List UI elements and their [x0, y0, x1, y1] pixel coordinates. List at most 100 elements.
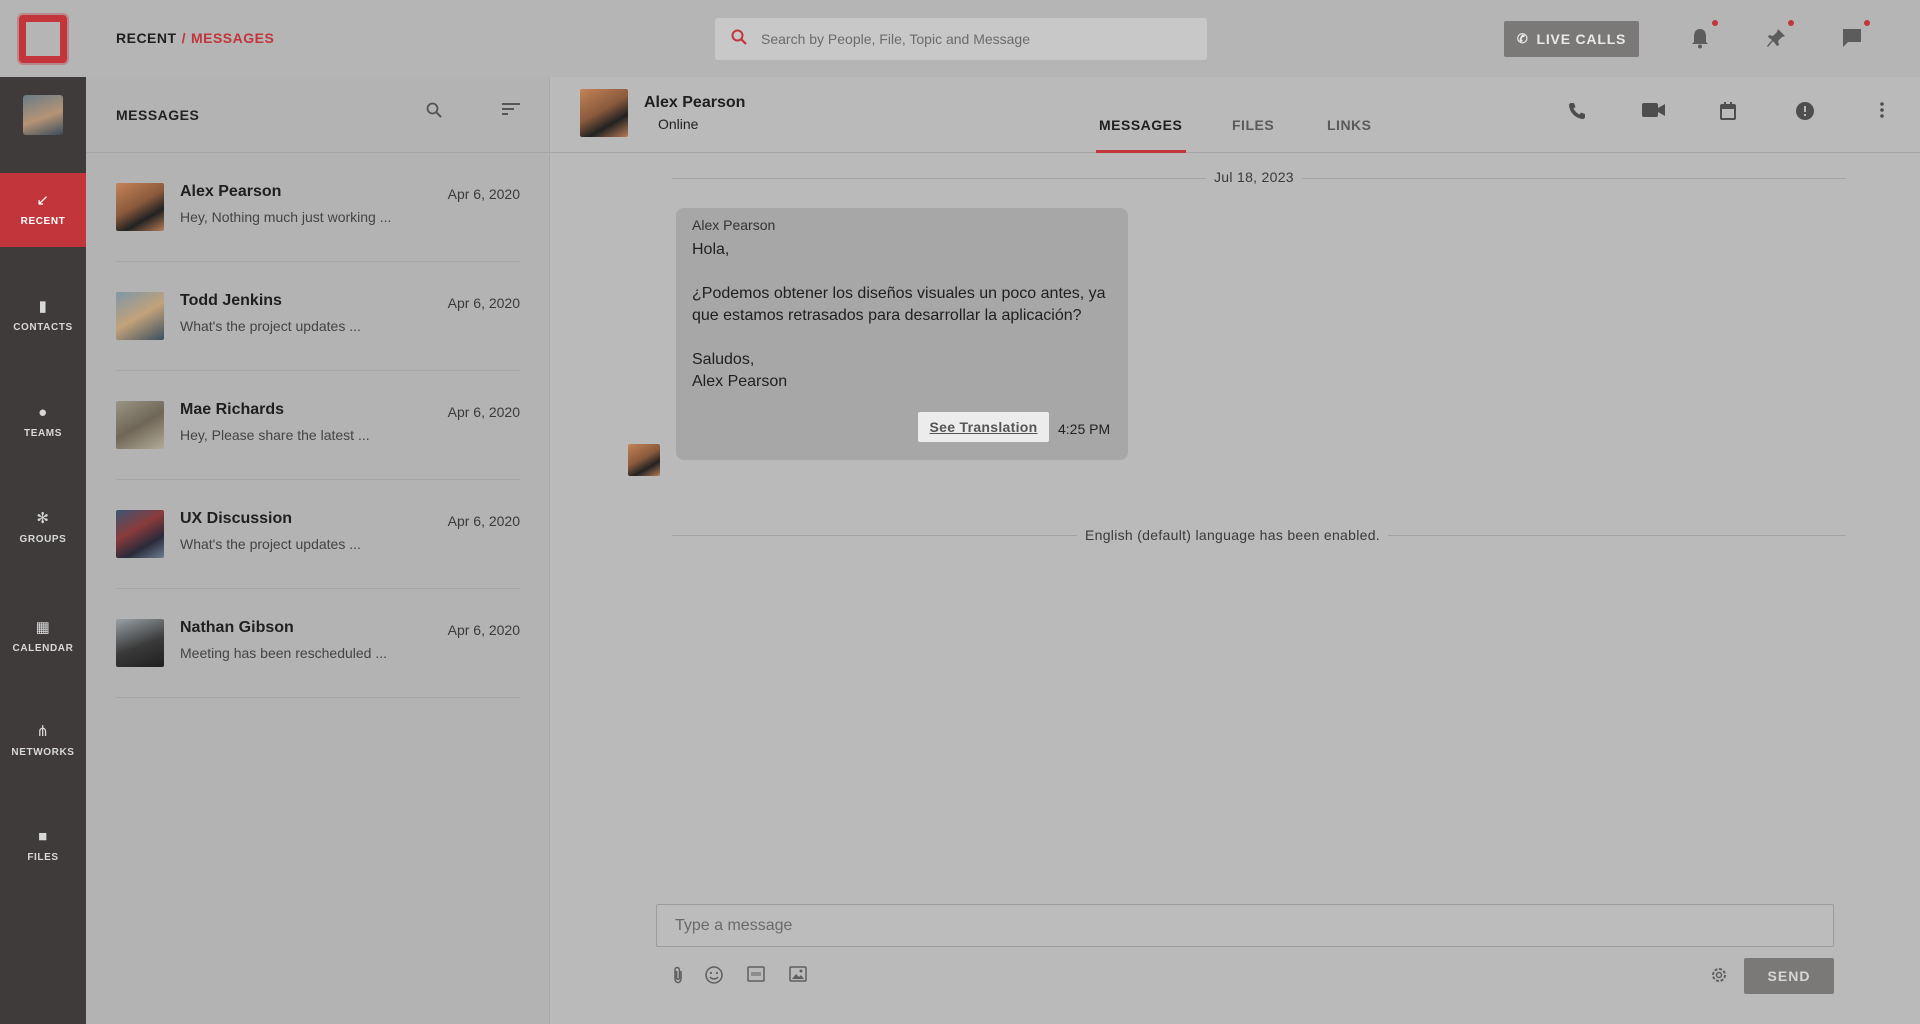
rail-item-label: CALENDAR	[12, 643, 74, 654]
tab-files[interactable]: FILES	[1232, 117, 1274, 133]
rail-item-contacts[interactable]: ▮ CONTACTS	[0, 279, 86, 353]
breadcrumb: RECENT / MESSAGES	[116, 30, 274, 46]
conversation-preview: What's the project updates ...	[180, 536, 361, 552]
rail-item-label: TEAMS	[24, 428, 62, 439]
conversation-date: Apr 6, 2020	[447, 404, 520, 420]
conversation-name: Mae Richards	[180, 401, 285, 418]
rail-item-label: FILES	[27, 852, 59, 863]
contact-avatar[interactable]	[580, 89, 628, 137]
avatar	[116, 510, 164, 558]
pin-icon[interactable]	[1762, 20, 1794, 52]
rail-item-recent[interactable]: ↙ RECENT	[0, 173, 86, 247]
conversation-item[interactable]: Alex Pearson Apr 6, 2020 Hey, Nothing mu…	[116, 153, 520, 262]
conversation-preview: Hey, Nothing much just working ...	[180, 209, 392, 225]
notification-dot	[1712, 20, 1718, 26]
logo-area	[0, 0, 86, 77]
conversation-date: Apr 6, 2020	[447, 622, 520, 638]
chat-bubble-icon[interactable]	[1838, 20, 1870, 52]
list-title: MESSAGES	[116, 107, 200, 123]
avatar	[116, 292, 164, 340]
notification-dot	[1864, 20, 1870, 26]
date-divider-label: Jul 18, 2023	[1206, 169, 1302, 185]
rail-item-files[interactable]: ■ FILES	[0, 809, 86, 883]
contact-status: Online	[658, 116, 699, 132]
conversation-preview: Hey, Please share the latest ...	[180, 427, 370, 443]
gif-icon[interactable]	[747, 966, 765, 987]
arrow-down-left-icon: ↙	[36, 192, 50, 209]
avatar	[116, 401, 164, 449]
notifications-bell-icon[interactable]	[1686, 20, 1718, 52]
message-time: 4:25 PM	[1058, 421, 1111, 437]
conversation-preview: What's the project updates ...	[180, 318, 361, 334]
breadcrumb-root[interactable]: RECENT	[116, 30, 177, 46]
conversation-name: Alex Pearson	[180, 183, 282, 200]
conversation-item[interactable]: UX Discussion Apr 6, 2020 What's the pro…	[116, 480, 520, 589]
active-tab-indicator	[1096, 150, 1186, 153]
conversation-name: Todd Jenkins	[180, 292, 282, 309]
rail-item-label: NETWORKS	[11, 747, 75, 758]
conversation-name: Nathan Gibson	[180, 619, 294, 636]
live-calls-label: LIVE CALLS	[1536, 31, 1627, 47]
breadcrumb-separator: /	[181, 30, 186, 46]
conversation-preview: Meeting has been rescheduled ...	[180, 645, 388, 661]
message-text: Hola, ¿Podemos obtener los diseños visua…	[692, 241, 1106, 390]
avatar	[116, 183, 164, 231]
conversation-item[interactable]: Nathan Gibson Apr 6, 2020 Meeting has be…	[116, 589, 520, 698]
rail-item-teams[interactable]: ● TEAMS	[0, 385, 86, 459]
tab-links[interactable]: LINKS	[1327, 117, 1372, 133]
user-avatar[interactable]	[23, 95, 63, 135]
settings-gear-icon[interactable]	[1710, 966, 1728, 989]
message-avatar	[628, 444, 660, 476]
calendar-icon[interactable]	[1720, 102, 1736, 125]
conversation-date: Apr 6, 2020	[447, 295, 520, 311]
video-camera-icon[interactable]	[1642, 102, 1666, 123]
calendar-icon: ▦	[35, 619, 51, 636]
conversation-date: Apr 6, 2020	[447, 186, 520, 202]
see-translation-button[interactable]: See Translation	[918, 412, 1049, 442]
list-header: MESSAGES	[86, 77, 549, 153]
info-alert-icon[interactable]	[1796, 102, 1814, 125]
rail-item-calendar[interactable]: ▦ CALENDAR	[0, 600, 86, 674]
left-nav-rail: ↙ RECENT ▮ CONTACTS ● TEAMS ✻ GROUPS ▦ C…	[0, 0, 86, 1024]
message-bubble: Alex Pearson Hola, ¿Podemos obtener los …	[676, 208, 1128, 460]
conversation-name: UX Discussion	[180, 510, 293, 527]
rail-item-label: CONTACTS	[13, 322, 73, 333]
chat-panel: Alex Pearson Online MESSAGES FILES LINKS…	[550, 77, 1920, 1024]
groups-icon: ✻	[36, 510, 50, 527]
attachment-icon[interactable]	[672, 966, 684, 989]
global-search[interactable]	[715, 18, 1207, 60]
top-header: RECENT/MESSAGES ✆ LIVE CALLS	[86, 0, 1920, 77]
emoji-icon[interactable]	[705, 966, 723, 989]
search-input[interactable]	[761, 31, 1181, 47]
live-calls-button[interactable]: ✆ LIVE CALLS	[1504, 21, 1639, 57]
sort-filter-icon[interactable]	[502, 102, 520, 121]
more-vertical-icon[interactable]	[1880, 102, 1884, 123]
rail-item-label: GROUPS	[19, 534, 67, 545]
avatar	[116, 619, 164, 667]
notification-dot	[1788, 20, 1794, 26]
conversation-item[interactable]: Mae Richards Apr 6, 2020 Hey, Please sha…	[116, 371, 520, 480]
conversation-date: Apr 6, 2020	[447, 513, 520, 529]
phone-icon: ✆	[1516, 31, 1529, 46]
system-notice: English (default) language has been enab…	[1077, 527, 1388, 543]
rail-item-groups[interactable]: ✻ GROUPS	[0, 491, 86, 565]
app-logo[interactable]	[19, 14, 67, 63]
folder-icon: ■	[38, 828, 48, 845]
rail-item-label: RECENT	[20, 216, 66, 227]
image-icon[interactable]	[789, 966, 807, 987]
breadcrumb-current: MESSAGES	[190, 30, 275, 46]
teams-icon: ●	[38, 404, 48, 421]
chat-header: Alex Pearson Online MESSAGES FILES LINKS	[550, 77, 1920, 153]
search-icon[interactable]	[426, 102, 442, 123]
message-sender: Alex Pearson	[692, 217, 776, 233]
phone-icon[interactable]	[1568, 102, 1586, 125]
search-icon	[731, 29, 747, 50]
message-composer[interactable]	[656, 904, 1834, 947]
send-button[interactable]: SEND	[1744, 958, 1834, 994]
conversation-item[interactable]: Todd Jenkins Apr 6, 2020 What's the proj…	[116, 262, 520, 371]
conversation-list-panel: MESSAGES Alex Pearson Apr 6, 2020 Hey, N…	[86, 77, 550, 1024]
message-input[interactable]	[657, 905, 1833, 946]
rail-item-networks[interactable]: ⋔ NETWORKS	[0, 704, 86, 778]
contacts-icon: ▮	[38, 298, 48, 315]
tab-messages[interactable]: MESSAGES	[1099, 117, 1182, 133]
